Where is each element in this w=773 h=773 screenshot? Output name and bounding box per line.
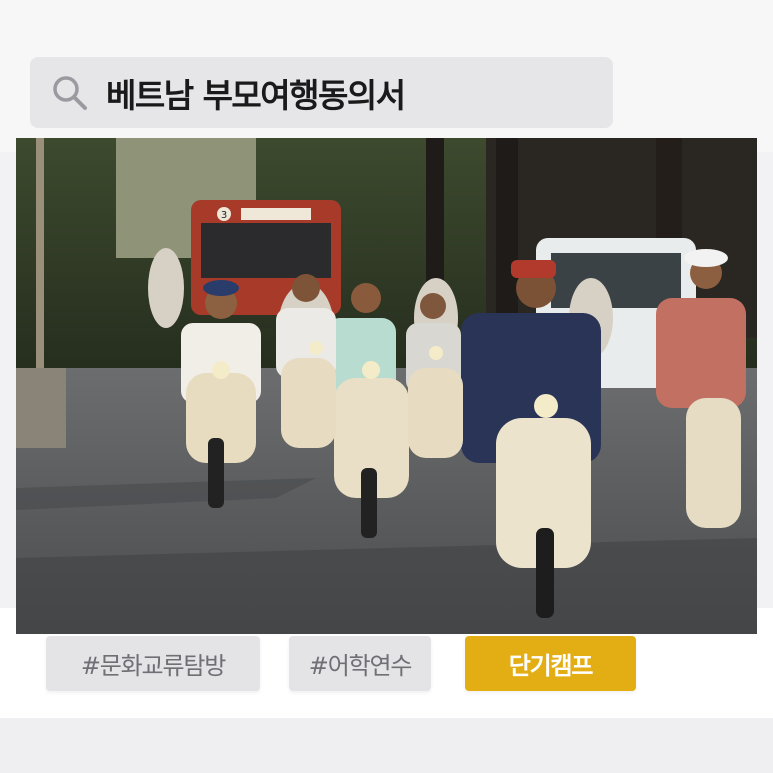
tag-language-study[interactable]: #어학연수	[289, 636, 431, 691]
search-query[interactable]: 베트남 부모여행동의서	[106, 69, 406, 117]
footer-area	[0, 718, 773, 773]
bus-route-number: 3	[221, 210, 227, 221]
tag-short-camp[interactable]: 단기캠프	[465, 636, 636, 691]
search-bar[interactable]: 베트남 부모여행동의서	[30, 57, 613, 128]
tag-culture-exchange[interactable]: #문화교류탐방	[46, 636, 260, 691]
photo-image: 3	[16, 138, 757, 634]
search-icon[interactable]	[50, 73, 90, 113]
